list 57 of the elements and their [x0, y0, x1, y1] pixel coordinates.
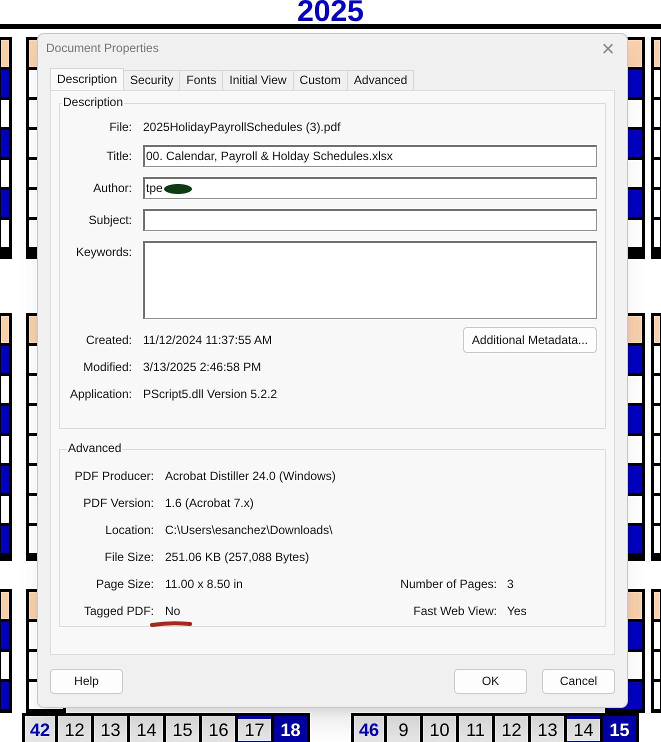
day-cell: 11 [459, 716, 492, 742]
field-value: 3 [507, 577, 514, 592]
file-name: 2025HolidayPayrollSchedules (3).pdf [143, 120, 340, 135]
day-cell: 12 [58, 716, 91, 742]
field-label: Created: [84, 333, 132, 348]
cancel-button[interactable]: Cancel [542, 669, 615, 694]
day-cell: 13 [94, 716, 127, 742]
field-label: Subject: [88, 212, 132, 228]
window-title: Document Properties [46, 41, 159, 56]
field-label: Location: [104, 523, 154, 538]
field-value: 251.06 KB (257,088 Bytes) [165, 550, 310, 564]
field-value: Acrobat Distiller 24.0 (Windows) [165, 469, 336, 483]
ok-button[interactable]: OK [454, 669, 527, 694]
field-label: Title: [105, 148, 132, 164]
metadata-button[interactable]: Additional Metadata... [462, 327, 597, 353]
field-value: 11.00 x 8.50 in [165, 577, 243, 591]
input-field[interactable] [143, 241, 597, 319]
group-heading: Description [62, 95, 124, 110]
day-cell: 18 [274, 716, 307, 742]
day-cell: 10 [423, 716, 456, 742]
field-label: Keywords: [74, 244, 132, 260]
day-cell: 15 [603, 716, 636, 742]
help-button[interactable]: Help [50, 669, 123, 694]
input-field[interactable] [143, 209, 597, 231]
tab[interactable]: Advanced [346, 70, 414, 91]
field-value: 11/12/2024 11:37:55 AM [143, 333, 272, 348]
field-label: PDF Producer: [74, 469, 154, 484]
field-label: Application: [68, 387, 132, 402]
field-label: PDF Version: [82, 496, 154, 511]
day-cell: 12 [495, 716, 528, 742]
field-label: Fast Web View: [412, 604, 497, 619]
field-label: Tagged PDF: [82, 604, 154, 619]
input-field[interactable]: tpe [143, 177, 597, 199]
field-value: C:\Users\esanchez\Downloads\ [165, 523, 332, 537]
field-label: File: [108, 120, 132, 135]
day-cell: 16 [202, 716, 235, 742]
input-field[interactable]: 00. Calendar, Payroll & Holday Schedules.xlsx [143, 145, 597, 167]
field-value: 1.6 (Acrobat 7.x) [165, 496, 254, 510]
field-label: Page Size: [94, 577, 154, 592]
field-value: PScript5.dll Version 5.2.2 [143, 387, 278, 402]
day-cell: 17 [238, 716, 271, 742]
field-label: Author: [92, 180, 132, 196]
day-cell: 14 [567, 716, 600, 742]
calendar-year: 2025 [297, 0, 364, 24]
week-number: 46 [354, 716, 384, 742]
field-value: 3/13/2025 2:46:58 PM [143, 360, 262, 375]
field-value: No [165, 604, 180, 618]
day-cell: 14 [130, 716, 163, 742]
tab[interactable]: Description [50, 68, 124, 90]
week-number: 42 [25, 716, 55, 742]
field-value: Yes [507, 604, 527, 619]
field-label: Number of Pages: [399, 577, 497, 592]
day-cell: 13 [531, 716, 564, 742]
field-label: Modified: [82, 360, 132, 375]
day-cell: 15 [166, 716, 199, 742]
field-label: File Size: [104, 550, 154, 565]
day-cell: 9 [387, 716, 420, 742]
